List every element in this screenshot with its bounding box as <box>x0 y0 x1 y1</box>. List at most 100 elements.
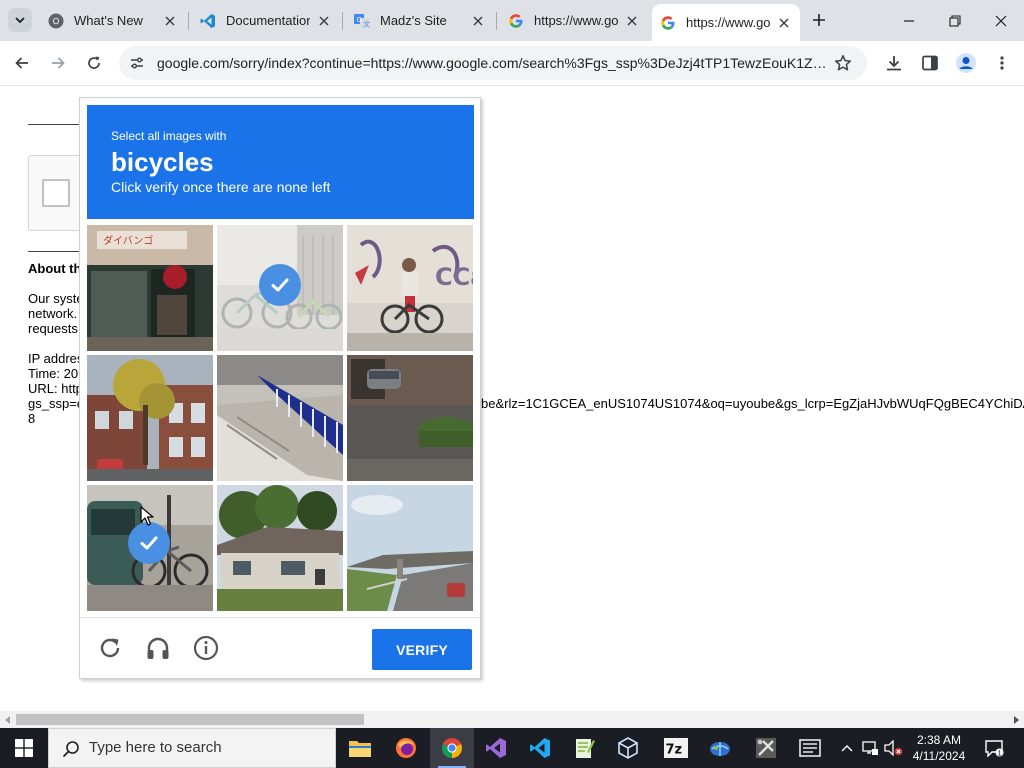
vscode-taskbar-icon[interactable] <box>518 728 562 768</box>
address-bar[interactable]: google.com/sorry/index?continue=https://… <box>119 46 867 80</box>
tab-search-button[interactable] <box>8 8 32 32</box>
reload-button[interactable] <box>80 49 108 77</box>
url-text[interactable]: google.com/sorry/index?continue=https://… <box>157 46 827 80</box>
overpass-road-tile[interactable] <box>347 485 473 611</box>
system-clock[interactable]: 2:38 AM 4/11/2024 <box>902 728 976 768</box>
recaptcha-checkbox[interactable] <box>42 179 70 207</box>
tab-separator <box>496 12 497 30</box>
reload-icon <box>88 56 100 69</box>
news-app-icon[interactable] <box>788 728 832 768</box>
storefront-tile[interactable]: ダイバンゴ <box>87 225 213 351</box>
virtualbox-icon[interactable] <box>606 728 650 768</box>
scrollbar-thumb[interactable] <box>16 714 364 725</box>
site-info-icon[interactable] <box>125 51 149 75</box>
taskbar-search-box[interactable]: Type here to search <box>48 728 336 768</box>
chevron-down-icon <box>15 17 25 24</box>
new-tab-button[interactable] <box>808 9 830 31</box>
cyclist-graffiti-wall-tile[interactable]: CCa <box>347 225 473 351</box>
parked-car-hedge-tile[interactable] <box>347 355 473 481</box>
refresh-icon <box>100 638 120 658</box>
about-heading: About th <box>28 261 82 276</box>
captcha-header: Select all images with bicycles Click ve… <box>87 105 474 219</box>
screen: What's New Documentation G文 Madz's Site … <box>0 0 1024 768</box>
search-icon <box>61 739 81 759</box>
url-tail-text: be&rlz=1C1GCEA_enUS1074US1074&oq=uyoube&… <box>481 396 1024 411</box>
bikes-by-fence-tile[interactable] <box>217 225 343 351</box>
svg-text:G: G <box>357 16 362 24</box>
svg-text:文: 文 <box>363 19 370 28</box>
volume-muted-icon[interactable] <box>882 728 904 768</box>
tab-title: What's New <box>74 13 143 28</box>
tab-title: https://www.google. <box>534 13 618 28</box>
tab-documentation[interactable]: Documentation <box>192 7 340 34</box>
close-icon[interactable] <box>624 13 640 29</box>
tab-google-active[interactable]: https://www.google. <box>652 4 800 41</box>
tab-whats-new[interactable]: What's New <box>40 7 186 34</box>
info-line: URL: http <box>28 381 83 396</box>
restore-button[interactable] <box>932 0 978 41</box>
mouse-cursor-icon <box>140 506 154 526</box>
body-line: network. <box>28 306 78 321</box>
browser-toolbar: google.com/sorry/index?continue=https://… <box>0 41 1024 86</box>
close-icon[interactable] <box>162 13 178 29</box>
side-panel-icon <box>922 55 938 71</box>
downloads-button[interactable] <box>880 49 908 77</box>
network-globe-icon[interactable] <box>698 728 742 768</box>
tools-app-icon[interactable] <box>744 728 788 768</box>
download-icon <box>887 56 901 71</box>
side-panel-button[interactable] <box>916 49 944 77</box>
clock-time: 2:38 AM <box>916 733 962 747</box>
horizontal-scrollbar[interactable] <box>0 711 1024 728</box>
help-button[interactable] <box>191 633 221 663</box>
info-line: Time: 20 <box>28 366 79 381</box>
start-button[interactable] <box>0 728 48 768</box>
file-explorer-icon[interactable] <box>338 728 382 768</box>
back-button[interactable] <box>8 49 36 77</box>
house-trees-tile[interactable] <box>217 485 343 611</box>
verify-button[interactable]: VERIFY <box>372 629 472 670</box>
blue-railing-tile[interactable] <box>217 355 343 481</box>
profile-button[interactable] <box>952 49 980 77</box>
network-status-icon[interactable] <box>860 728 880 768</box>
tab-title: https://www.google. <box>686 15 770 30</box>
close-icon[interactable] <box>776 15 792 31</box>
info-line: gs_ssp=e <box>28 396 85 411</box>
forward-button[interactable] <box>44 49 72 77</box>
windows-logo-icon <box>15 739 33 757</box>
chrome-menu-button[interactable] <box>988 49 1016 77</box>
tab-title: Madz's Site <box>380 13 447 28</box>
plus-icon <box>813 14 825 26</box>
close-icon[interactable] <box>316 13 332 29</box>
body-line: requests <box>28 321 78 336</box>
google-icon <box>660 15 676 31</box>
scroll-right-icon[interactable] <box>1008 711 1024 728</box>
bicycle-by-car-tile[interactable] <box>87 485 213 611</box>
brick-building-tree-tile[interactable] <box>87 355 213 481</box>
more-vertical-icon <box>1000 56 1004 70</box>
notepadpp-icon[interactable] <box>562 728 606 768</box>
close-icon[interactable] <box>470 13 486 29</box>
page-content: About th Our syste network. requests IP … <box>0 87 1024 711</box>
profile-avatar-icon <box>956 53 976 73</box>
vscode-icon <box>200 13 216 29</box>
clock-date: 4/11/2024 <box>912 749 966 763</box>
minimize-button[interactable] <box>886 0 932 41</box>
scroll-left-icon[interactable] <box>0 711 16 728</box>
audio-challenge-button[interactable] <box>143 633 173 663</box>
notifications-icon[interactable]: 1 <box>982 728 1006 768</box>
svg-text:7z: 7z <box>666 743 683 758</box>
captcha-challenge: Select all images with bicycles Click ve… <box>79 97 481 679</box>
tab-google-1[interactable]: https://www.google. <box>500 7 648 34</box>
restore-icon <box>949 14 961 27</box>
reload-challenge-button[interactable] <box>95 633 125 663</box>
bookmark-star-icon[interactable] <box>831 51 855 75</box>
visual-studio-icon[interactable] <box>474 728 518 768</box>
7zip-icon[interactable]: 7z <box>654 728 698 768</box>
close-window-button[interactable] <box>978 0 1024 41</box>
tab-madzs-site[interactable]: G文 Madz's Site <box>346 7 494 34</box>
firefox-icon[interactable] <box>384 728 428 768</box>
chrome-taskbar-icon[interactable] <box>430 728 474 768</box>
arrow-right-icon <box>52 57 65 69</box>
show-hidden-icons-chevron-icon[interactable] <box>838 728 856 768</box>
minimize-icon <box>904 19 914 22</box>
